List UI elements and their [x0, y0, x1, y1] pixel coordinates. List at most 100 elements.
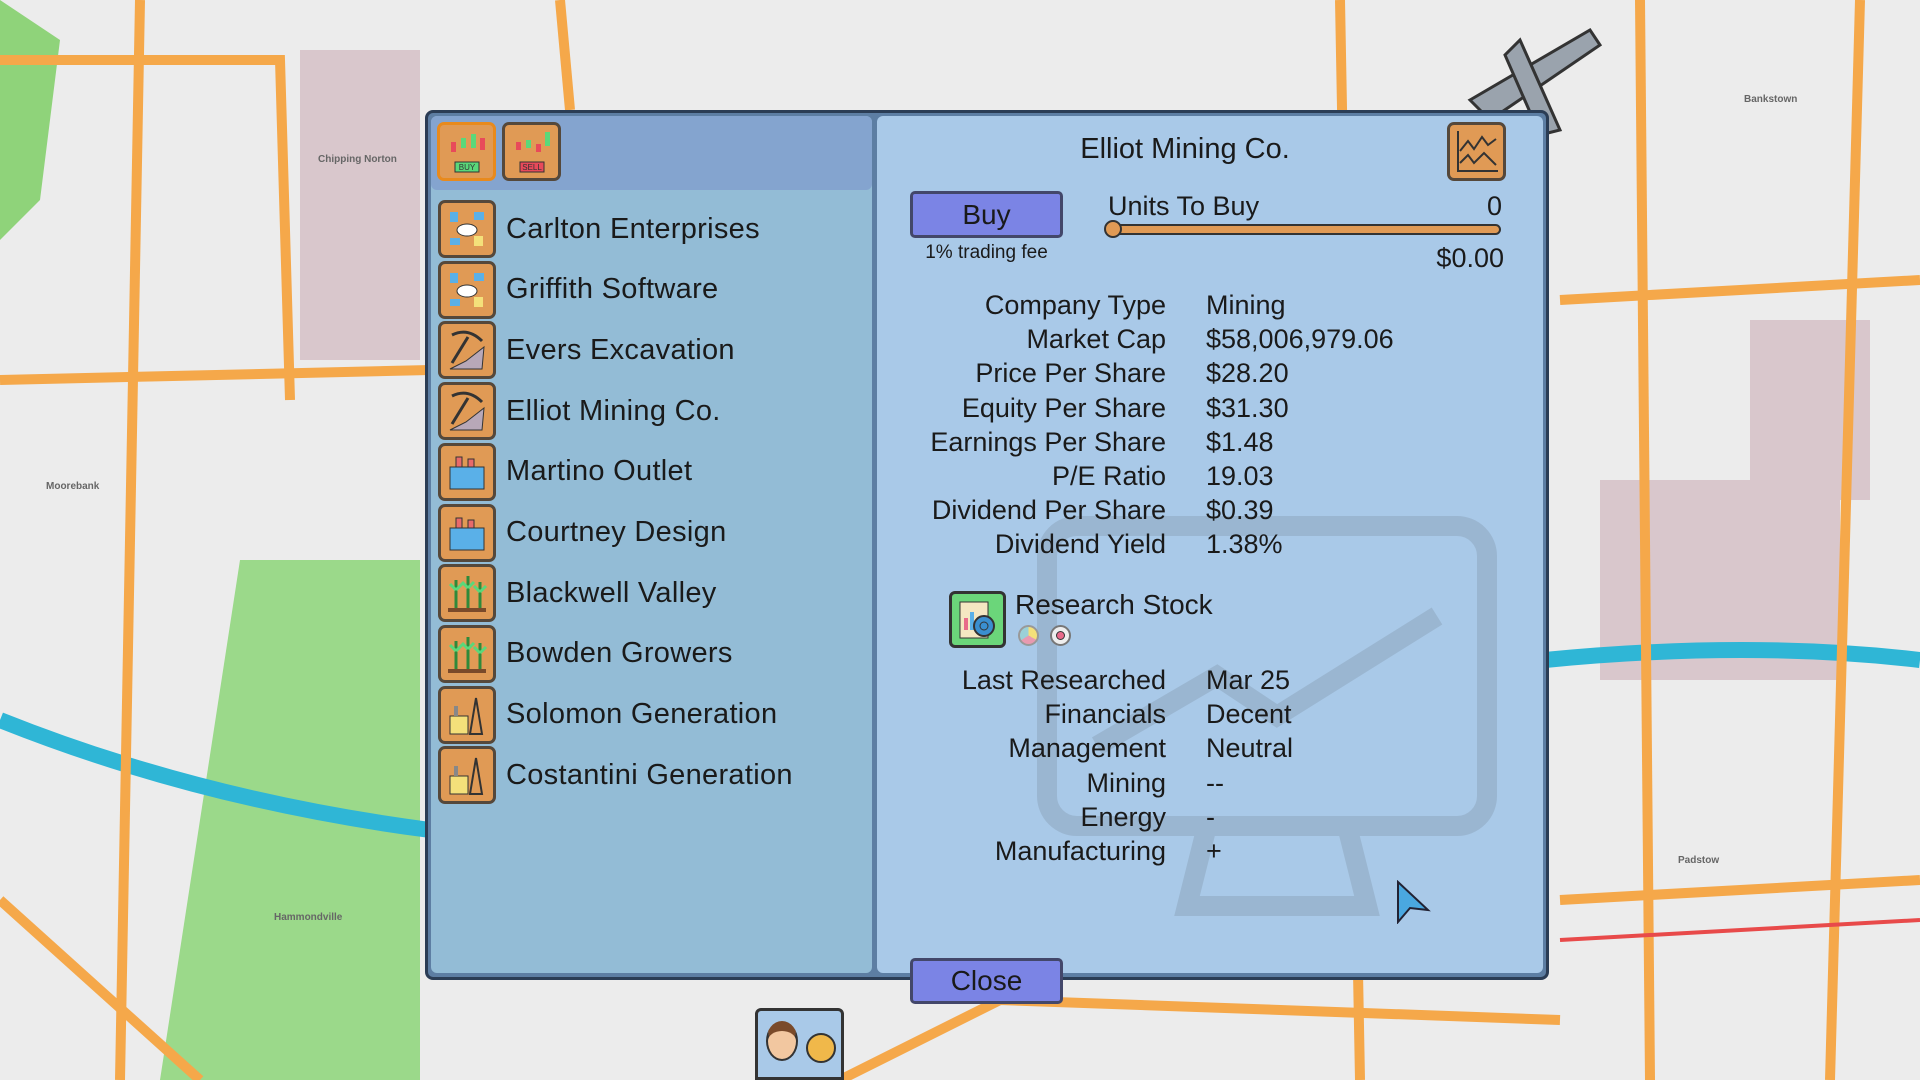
units-slider[interactable] — [1104, 220, 1501, 238]
company-list-item[interactable]: Solomon Generation — [438, 685, 858, 744]
mouse-cursor-icon — [1397, 880, 1431, 924]
stat-row: Price Per Share $28.20 — [880, 358, 1530, 392]
research-row: Last Researched Mar 25 — [880, 665, 1530, 699]
price-history-button[interactable] — [1447, 122, 1506, 181]
buy-chart-icon: BUY — [450, 133, 485, 172]
company-list-item[interactable]: Elliot Mining Co. — [438, 382, 858, 441]
pickaxe-icon — [449, 330, 485, 370]
company-list-item[interactable]: Evers Excavation — [438, 321, 858, 380]
power-plant-icon — [449, 758, 484, 796]
research-row: Management Neutral — [880, 733, 1530, 767]
company-icon-button[interactable] — [438, 564, 496, 623]
stat-row: Dividend Yield 1.38% — [880, 529, 1530, 563]
row-value: -- — [1206, 767, 1224, 798]
research-stock-button[interactable] — [949, 591, 1006, 648]
research-row: Financials Decent — [880, 699, 1530, 733]
svg-text:BUY: BUY — [458, 163, 475, 172]
company-list-item[interactable]: Martino Outlet — [438, 442, 858, 501]
factory-icon — [449, 517, 485, 550]
company-icon-button[interactable] — [438, 624, 496, 683]
company-icon-button[interactable] — [438, 746, 496, 805]
row-label: Price Per Share — [975, 358, 1166, 389]
stat-row: Equity Per Share $31.30 — [880, 393, 1530, 427]
company-name: Carlton Enterprises — [506, 212, 760, 245]
row-value: $31.30 — [1206, 392, 1289, 423]
row-value: 19.03 — [1206, 461, 1274, 491]
row-value: 1.38% — [1206, 529, 1283, 560]
row-label: Last Researched — [961, 665, 1166, 695]
stat-row: Market Cap $58,006,979.06 — [880, 324, 1530, 358]
sell-chart-icon: SELL — [515, 131, 550, 172]
company-name: Evers Excavation — [506, 333, 735, 366]
company-list-item[interactable]: Carlton Enterprises — [438, 200, 858, 258]
company-name: Courtney Design — [506, 516, 727, 548]
row-label: Manufacturing — [994, 836, 1166, 866]
research-row: Mining -- — [880, 768, 1530, 802]
company-name: Martino Outlet — [506, 455, 693, 488]
crops-icon — [448, 636, 488, 673]
row-value: $58,006,979.06 — [1206, 324, 1394, 355]
row-value: $1.48 — [1206, 426, 1274, 457]
apple-icon — [1050, 625, 1071, 646]
company-list-item[interactable]: Bowden Growers — [438, 624, 858, 683]
row-label: Company Type — [984, 290, 1166, 320]
company-list-item[interactable]: Courtney Design — [438, 503, 858, 562]
company-icon-button[interactable] — [438, 503, 496, 562]
row-value: Mining — [1206, 290, 1286, 320]
map-label: Moorebank — [46, 481, 100, 492]
company-name: Costantini Generation — [506, 758, 793, 791]
company-icon-button[interactable] — [438, 200, 496, 258]
company-icon-button[interactable] — [438, 382, 496, 441]
factory-icon — [449, 456, 485, 490]
company-icon-button[interactable] — [438, 260, 496, 319]
company-list-item[interactable]: Blackwell Valley — [438, 564, 858, 623]
row-value: + — [1206, 836, 1222, 866]
row-value: - — [1206, 801, 1215, 832]
research-row: Manufacturing + — [880, 836, 1530, 870]
row-value: $28.20 — [1206, 358, 1289, 389]
network-icon — [450, 212, 484, 246]
map-label: Bankstown — [1744, 94, 1798, 105]
company-icon-button[interactable] — [438, 321, 496, 380]
row-value: Decent — [1206, 699, 1292, 730]
mode-toolbar — [431, 116, 872, 190]
company-list-item[interactable]: Griffith Software — [438, 260, 858, 319]
svg-text:SELL: SELL — [522, 163, 542, 172]
stat-row: Earnings Per Share $1.48 — [880, 427, 1530, 461]
row-value: $0.39 — [1206, 495, 1274, 526]
total-cost: $0.00 — [1436, 243, 1504, 273]
row-label: Mining — [1086, 767, 1166, 798]
company-list-item[interactable]: Costantini Generation — [438, 746, 858, 805]
row-label: Market Cap — [1026, 324, 1166, 355]
buy-button[interactable]: Buy — [910, 191, 1063, 238]
map-label: Hammondville — [274, 912, 343, 923]
pie-chart-icon — [1018, 625, 1039, 646]
row-label: Equity Per Share — [961, 392, 1166, 423]
close-button[interactable]: Close — [910, 958, 1063, 1004]
research-row: Energy - — [880, 802, 1530, 836]
avatar-face-icon — [766, 1021, 798, 1061]
pickaxe-icon — [449, 391, 485, 431]
company-name: Blackwell Valley — [506, 576, 717, 609]
company-name: Bowden Growers — [506, 637, 733, 670]
row-label: Earnings Per Share — [930, 426, 1166, 457]
pizza-icon — [806, 1033, 836, 1063]
buy-mode-button[interactable]: BUY — [437, 122, 496, 181]
research-magnifier-icon — [959, 601, 995, 638]
research-stock-label[interactable]: Research Stock — [1015, 589, 1213, 621]
row-label: Dividend Yield — [994, 529, 1166, 560]
player-avatar-button[interactable] — [755, 1008, 844, 1080]
row-label: Financials — [1044, 699, 1166, 730]
sell-mode-button[interactable]: SELL — [502, 122, 561, 181]
row-label: P/E Ratio — [1051, 461, 1166, 491]
company-name: Griffith Software — [506, 273, 719, 306]
slider-thumb[interactable] — [1104, 220, 1122, 238]
row-value: Mar 25 — [1206, 665, 1291, 695]
company-icon-button[interactable] — [438, 685, 496, 744]
row-label: Energy — [1080, 801, 1166, 832]
company-name: Solomon Generation — [506, 698, 778, 731]
company-icon-button[interactable] — [438, 442, 496, 501]
stat-row: Company Type Mining — [880, 290, 1530, 324]
units-to-buy-label: Units To Buy — [1108, 191, 1260, 221]
company-name: Elliot Mining Co. — [506, 394, 721, 427]
